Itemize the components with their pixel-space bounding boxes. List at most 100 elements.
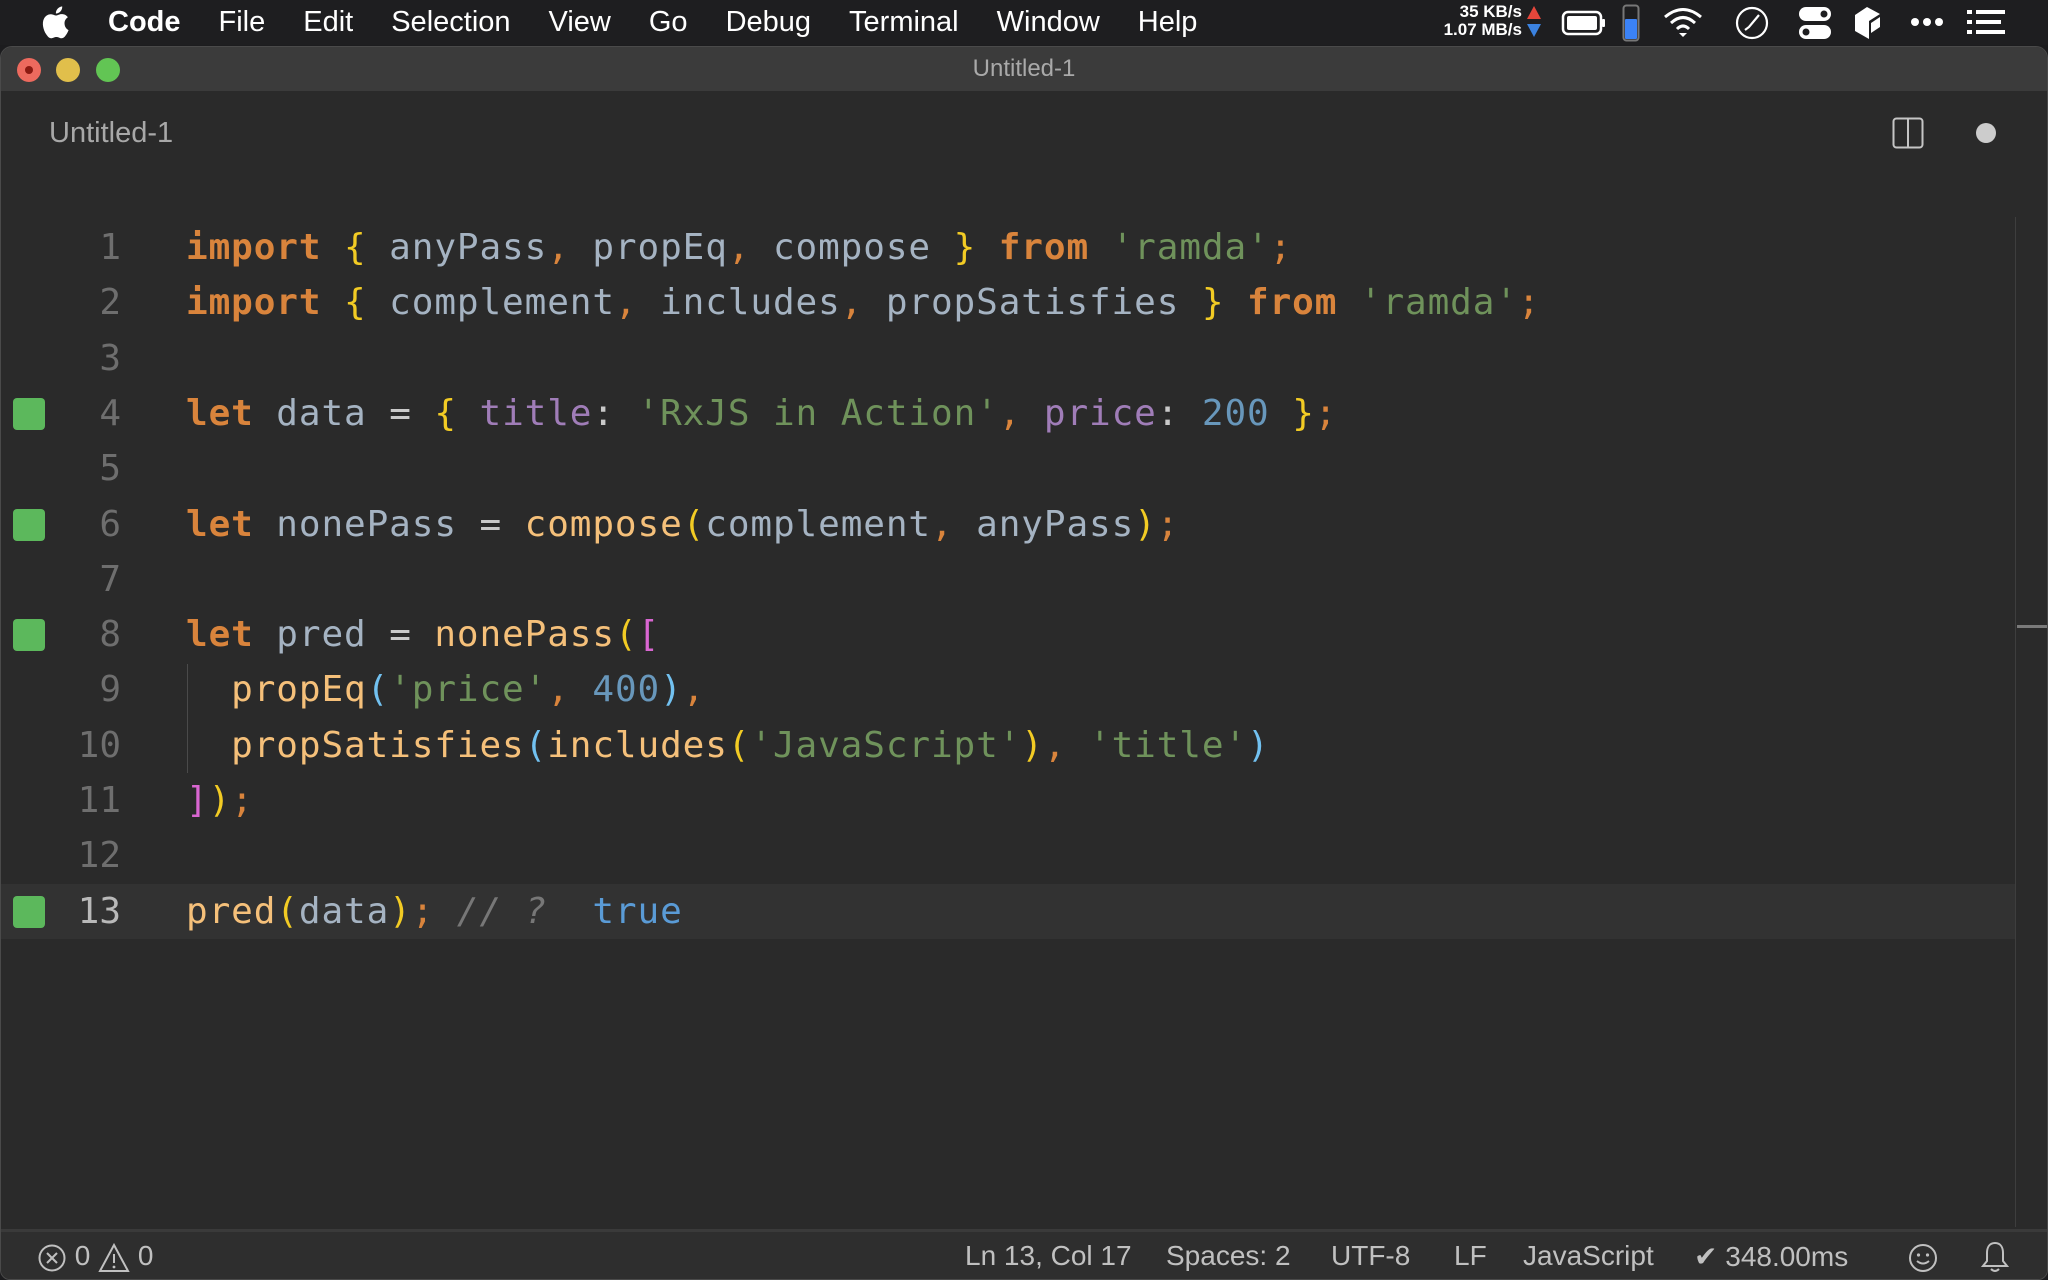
- code-line[interactable]: 1 import { anyPass, propEq, compose } fro…: [1, 220, 2015, 275]
- line-code: propSatisfies(includes('JavaScript'), 't…: [186, 725, 1270, 766]
- problems-indicator[interactable]: 0 0: [37, 1240, 154, 1273]
- token-brace: ): [208, 780, 232, 821]
- package-icon[interactable]: [1853, 5, 1883, 41]
- code-line[interactable]: 9 propEq('price', 400),: [1, 662, 2015, 717]
- upload-download-arrows-icon: [1527, 6, 1541, 37]
- window-title: Untitled-1: [972, 55, 1076, 82]
- token-op: [186, 669, 231, 710]
- token-punct: ;: [1314, 392, 1338, 434]
- line-number: 1: [99, 227, 121, 268]
- token-kw: let: [186, 392, 254, 434]
- error-count: 0: [74, 1240, 91, 1271]
- token-brace: }: [1292, 392, 1315, 434]
- overview-ruler-scrollbar[interactable]: [2015, 217, 2047, 1227]
- token-op: [547, 891, 592, 932]
- line-number: 5: [99, 448, 121, 490]
- menu-selection[interactable]: Selection: [391, 6, 510, 39]
- line-number: 9: [99, 669, 121, 711]
- code-line[interactable]: 5: [1, 441, 2015, 496]
- code-editor[interactable]: 1 import { anyPass, propEq, compose } fro…: [1, 169, 2015, 1227]
- token-id: propEq: [569, 227, 728, 268]
- code-line[interactable]: 10 propSatisfies(includes('JavaScript'),…: [1, 718, 2015, 773]
- token-punct: ,: [682, 669, 706, 711]
- indentation-setting[interactable]: Spaces: 2: [1166, 1240, 1291, 1272]
- token-op: [412, 614, 435, 655]
- code-line[interactable]: 6 let nonePass = compose(complement, anyP…: [1, 497, 2015, 552]
- token-brace: }: [953, 227, 977, 268]
- code-line[interactable]: 4 let data = { title: 'RxJS in Action', p…: [1, 386, 2015, 441]
- token-id: anyPass: [953, 503, 1135, 545]
- toggles-icon[interactable]: [1798, 5, 1832, 41]
- token-str: 'ramda': [1111, 227, 1270, 268]
- clock-icon[interactable]: [1734, 5, 1770, 41]
- token-brace: }: [1201, 282, 1225, 324]
- wifi-icon[interactable]: [1662, 6, 1704, 38]
- token-kw: from: [998, 227, 1090, 268]
- language-mode[interactable]: JavaScript: [1523, 1240, 1654, 1272]
- menu-terminal[interactable]: Terminal: [849, 6, 959, 39]
- token-punct: ,: [547, 227, 570, 268]
- battery-icon[interactable]: [1561, 10, 1607, 36]
- token-op: [1337, 282, 1360, 323]
- token-str: 'RxJS in Action': [637, 392, 999, 434]
- bell-icon[interactable]: [1981, 1240, 2009, 1274]
- smiley-icon[interactable]: [1907, 1242, 1939, 1274]
- line-number: 8: [99, 614, 121, 656]
- token-kw: from: [1247, 282, 1338, 324]
- code-line[interactable]: 8 let pred = nonePass([: [1, 607, 2015, 662]
- cursor-position[interactable]: Ln 13, Col 17: [965, 1240, 1132, 1272]
- token-op: [1066, 725, 1089, 766]
- apple-logo-icon[interactable]: [40, 4, 70, 40]
- line-number: 7: [99, 558, 121, 600]
- menu-code[interactable]: Code: [108, 6, 181, 39]
- network-speed[interactable]: 35 KB/s 1.07 MB/s: [1422, 3, 1522, 39]
- menu-edit[interactable]: Edit: [303, 6, 353, 39]
- status-bar: 0 0 Ln 13, Col 17 Spaces: 2 UTF-8 LF Jav…: [1, 1229, 2047, 1279]
- more-icon[interactable]: [1910, 16, 1944, 28]
- token-kw: let: [186, 503, 254, 545]
- encoding-setting[interactable]: UTF-8: [1331, 1240, 1410, 1272]
- line-number: 12: [77, 835, 121, 877]
- list-icon[interactable]: [1967, 10, 2005, 34]
- menu-help[interactable]: Help: [1138, 6, 1198, 39]
- menu-go[interactable]: Go: [649, 6, 688, 39]
- token-brace: {: [344, 227, 367, 268]
- token-punct: ;: [1269, 227, 1293, 268]
- memory-gauge-icon[interactable]: [1622, 4, 1640, 42]
- token-op: [502, 504, 525, 545]
- code-line[interactable]: 7: [1, 552, 2015, 607]
- token-punct: ,: [998, 392, 1022, 434]
- token-punct: ;: [231, 780, 254, 821]
- token-fn: pred: [186, 890, 277, 932]
- token-op: [1089, 227, 1112, 268]
- token-brace: (: [727, 724, 751, 766]
- token-str: 'title': [1089, 724, 1248, 766]
- token-id: pred: [253, 614, 390, 656]
- token-result: true: [592, 890, 683, 932]
- code-line[interactable]: 3: [1, 331, 2015, 386]
- token-brace: (: [614, 614, 638, 656]
- code-line[interactable]: 13 pred(data); // ? true: [1, 883, 2015, 939]
- line-number: 10: [77, 724, 121, 766]
- quokka-timing[interactable]: ✔ 348.00ms: [1694, 1240, 1848, 1273]
- code-line[interactable]: 11]);: [1, 773, 2015, 828]
- token-kw: import: [186, 227, 322, 268]
- code-line[interactable]: 2 import { complement, includes, propSati…: [1, 275, 2015, 330]
- split-editor-icon[interactable]: [1892, 117, 1924, 149]
- line-code: let data = { title: 'RxJS in Action', pr…: [186, 393, 1337, 434]
- menu-window[interactable]: Window: [997, 6, 1100, 39]
- token-paren2: ): [1247, 724, 1270, 766]
- warning-count: 0: [137, 1240, 154, 1271]
- token-fn: propSatisfies: [231, 724, 525, 766]
- unsaved-dot-icon[interactable]: [1976, 123, 1996, 143]
- token-paren2: ): [660, 669, 683, 711]
- menu-debug[interactable]: Debug: [726, 6, 811, 39]
- code-line[interactable]: 12: [1, 828, 2015, 883]
- token-id: nonePass: [253, 503, 480, 545]
- line-number: 4: [99, 392, 121, 434]
- menu-view[interactable]: View: [549, 6, 611, 39]
- menu-file[interactable]: File: [219, 6, 266, 39]
- download-speed: 1.07 MB/s: [1443, 20, 1522, 39]
- tab-untitled-1[interactable]: Untitled-1: [49, 117, 173, 150]
- eol-setting[interactable]: LF: [1454, 1240, 1487, 1272]
